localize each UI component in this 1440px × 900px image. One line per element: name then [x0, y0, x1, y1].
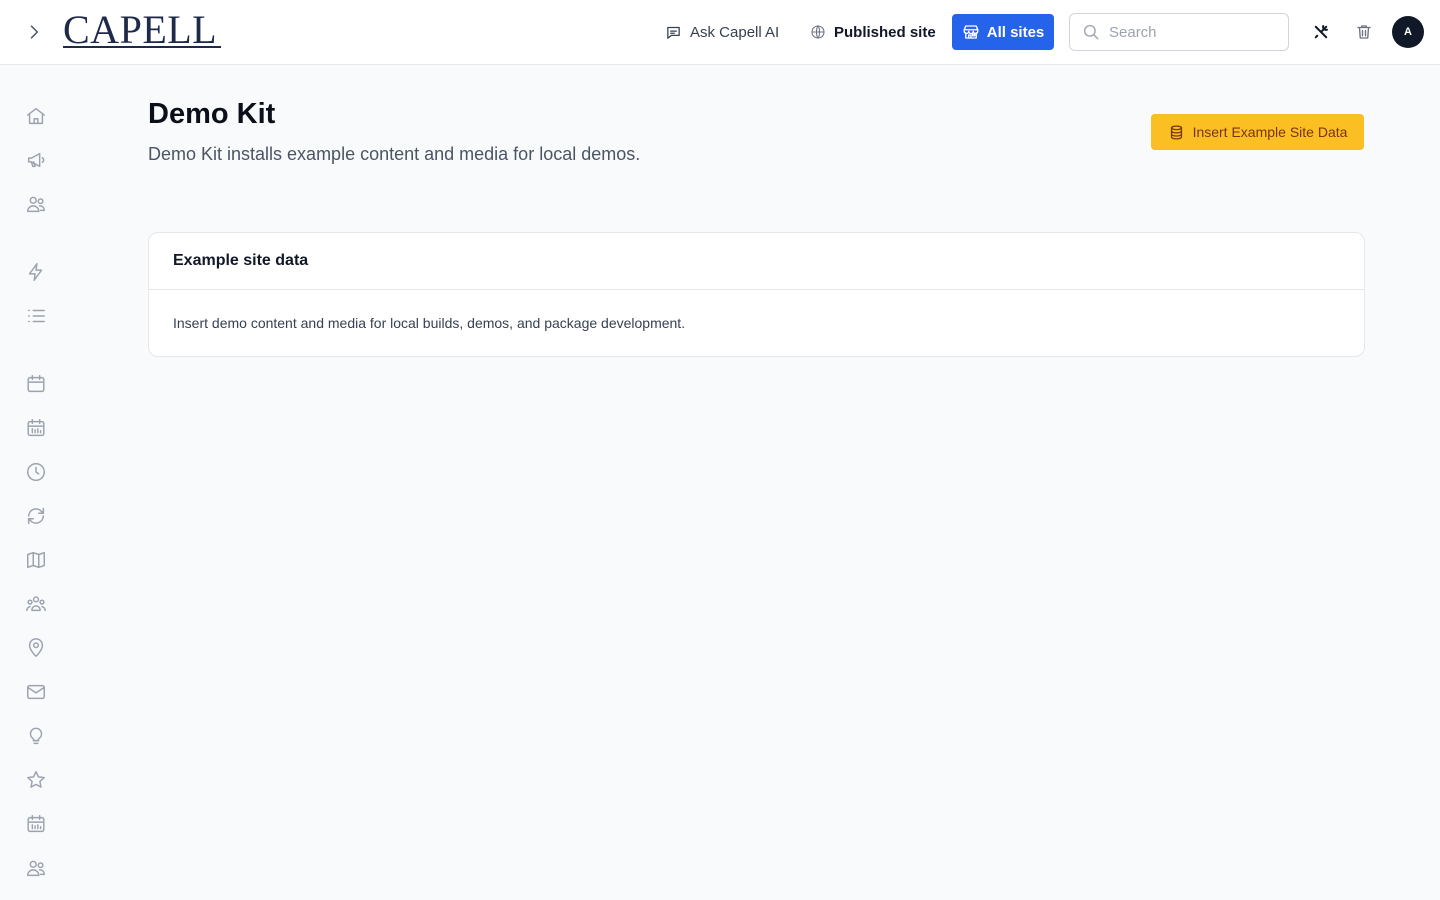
- insert-example-data-button[interactable]: Insert Example Site Data: [1151, 114, 1364, 150]
- avatar[interactable]: A: [1392, 16, 1424, 48]
- top-bar: CAPELL Ask Capell AI Published site All …: [0, 0, 1440, 65]
- map-pin-icon: [28, 638, 44, 657]
- megaphone-icon: [27, 152, 45, 168]
- sidebar-item-groups[interactable]: [22, 590, 50, 618]
- sidebar: [0, 65, 72, 900]
- search-box[interactable]: [1069, 13, 1289, 51]
- sidebar-item-users[interactable]: [22, 190, 50, 218]
- expand-sidebar-button[interactable]: [22, 20, 46, 44]
- trash-button[interactable]: [1352, 20, 1376, 44]
- calendar-icon: [27, 375, 45, 393]
- page-title: Demo Kit: [148, 98, 276, 130]
- sidebar-item-locations[interactable]: [22, 634, 50, 662]
- users-icon: [27, 196, 45, 213]
- example-site-data-card: Example site data Insert demo content an…: [148, 232, 1365, 357]
- sidebar-item-mail[interactable]: [22, 678, 50, 706]
- sidebar-item-schedule[interactable]: [22, 414, 50, 442]
- sidebar-item-sync[interactable]: [22, 502, 50, 530]
- map-icon: [27, 551, 45, 569]
- users-icon: [27, 860, 45, 877]
- globe-icon: [811, 25, 825, 39]
- database-icon: [1170, 124, 1182, 140]
- sidebar-item-history[interactable]: [22, 458, 50, 486]
- sidebar-item-ideas[interactable]: [22, 722, 50, 750]
- logo-underline: [63, 46, 221, 48]
- sidebar-item-automations[interactable]: [22, 258, 50, 286]
- sidebar-item-favorites[interactable]: [22, 766, 50, 794]
- published-site-label: Published site: [834, 23, 936, 41]
- calendar-grid-icon: [27, 815, 45, 833]
- refresh-icon: [27, 507, 45, 525]
- storefront-icon: [963, 25, 979, 39]
- sidebar-item-home[interactable]: [22, 102, 50, 130]
- card-title: Example site data: [149, 233, 1364, 290]
- sidebar-item-calendar[interactable]: [22, 370, 50, 398]
- sidebar-item-events[interactable]: [22, 810, 50, 838]
- ask-ai-label: Ask Capell AI: [690, 23, 780, 41]
- chevron-right-icon: [30, 25, 39, 39]
- chat-bubble-icon: [667, 26, 680, 39]
- ask-ai-button[interactable]: Ask Capell AI: [665, 14, 779, 50]
- published-site-button[interactable]: Published site: [810, 14, 936, 50]
- lightbulb-icon: [29, 727, 43, 745]
- logo[interactable]: CAPELL: [63, 10, 221, 50]
- avatar-initial: A: [1404, 26, 1412, 38]
- trash-icon: [1357, 25, 1371, 39]
- sidebar-item-team[interactable]: [22, 854, 50, 882]
- calendar-grid-icon: [27, 419, 45, 437]
- list-icon: [27, 309, 45, 323]
- user-group-icon: [26, 596, 46, 612]
- insert-example-data-label: Insert Example Site Data: [1192, 124, 1348, 140]
- tools-button[interactable]: [1309, 20, 1333, 44]
- clock-icon: [27, 463, 45, 481]
- star-icon: [27, 771, 45, 788]
- bolt-icon: [28, 263, 43, 281]
- wrench-screwdriver-icon: [1314, 25, 1328, 39]
- card-description: Insert demo content and media for local …: [173, 315, 686, 331]
- all-sites-button[interactable]: All sites: [952, 14, 1054, 50]
- search-input[interactable]: [1109, 23, 1269, 41]
- home-icon: [27, 107, 45, 125]
- sidebar-item-map[interactable]: [22, 546, 50, 574]
- envelope-icon: [27, 684, 45, 700]
- search-icon: [1083, 24, 1099, 40]
- page-subtitle: Demo Kit installs example content and me…: [148, 144, 641, 164]
- all-sites-label: All sites: [986, 23, 1045, 41]
- sidebar-item-announcements[interactable]: [22, 146, 50, 174]
- sidebar-item-list[interactable]: [22, 302, 50, 330]
